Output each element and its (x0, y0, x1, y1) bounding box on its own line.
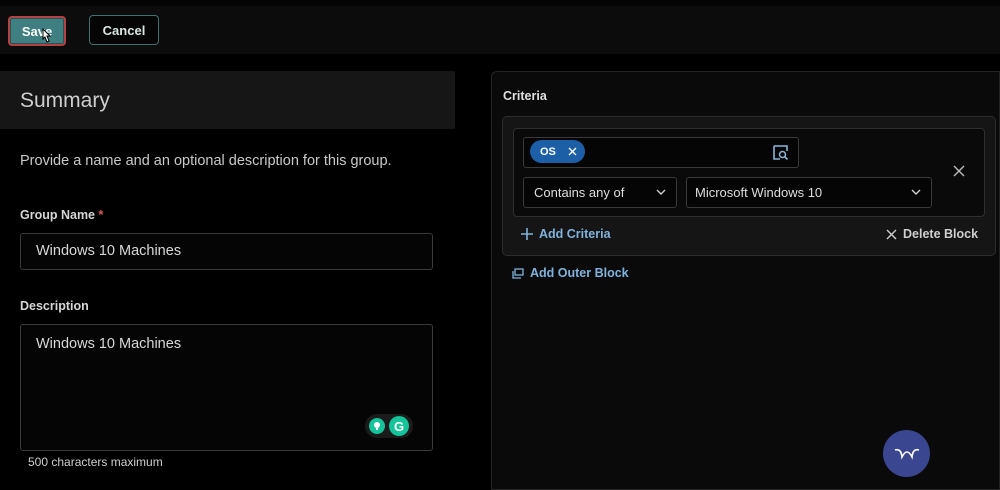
operator-value: Contains any of (534, 185, 625, 200)
plus-icon (521, 228, 533, 240)
add-outer-block-button[interactable]: Add Outer Block (512, 266, 629, 280)
close-icon[interactable] (568, 147, 577, 156)
group-name-label-text: Group Name (20, 208, 96, 222)
summary-title: Summary (20, 89, 110, 112)
attribute-chip-label: OS (540, 145, 556, 158)
mouse-cursor-icon (42, 28, 52, 43)
grammarly-icon[interactable]: G (389, 416, 409, 436)
required-marker: * (98, 208, 104, 222)
delete-block-label: Delete Block (903, 227, 979, 241)
value-select[interactable]: Microsoft Windows 10 (686, 177, 932, 208)
close-icon[interactable] (953, 165, 965, 177)
delete-block-button[interactable]: Delete Block (886, 227, 978, 241)
group-name-input[interactable]: Windows 10 Machines (20, 233, 433, 270)
copy-block-icon (512, 267, 524, 279)
assistant-icon (894, 448, 919, 460)
value-selected: Microsoft Windows 10 (695, 185, 823, 200)
attribute-chip[interactable]: OS (530, 140, 585, 163)
add-criteria-label: Add Criteria (539, 227, 611, 241)
chevron-down-icon (911, 189, 921, 195)
assistant-button[interactable] (883, 430, 930, 477)
max-characters-note: 500 characters maximum (28, 455, 163, 469)
cancel-button[interactable]: Cancel (89, 15, 159, 45)
add-criteria-button[interactable]: Add Criteria (521, 227, 611, 241)
save-button[interactable]: Save (8, 16, 66, 46)
search-list-icon[interactable] (772, 144, 789, 161)
grammarly-widget[interactable]: G (365, 414, 413, 438)
criteria-title: Criteria (503, 89, 547, 103)
group-name-label: Group Name * (20, 208, 103, 222)
chevron-down-icon (656, 189, 666, 195)
operator-select[interactable]: Contains any of (523, 177, 677, 208)
summary-description: Provide a name and an optional descripti… (20, 153, 392, 169)
add-outer-block-label: Add Outer Block (530, 266, 629, 280)
description-label: Description (20, 299, 89, 313)
close-icon (886, 229, 897, 239)
lightbulb-icon[interactable] (369, 418, 385, 434)
